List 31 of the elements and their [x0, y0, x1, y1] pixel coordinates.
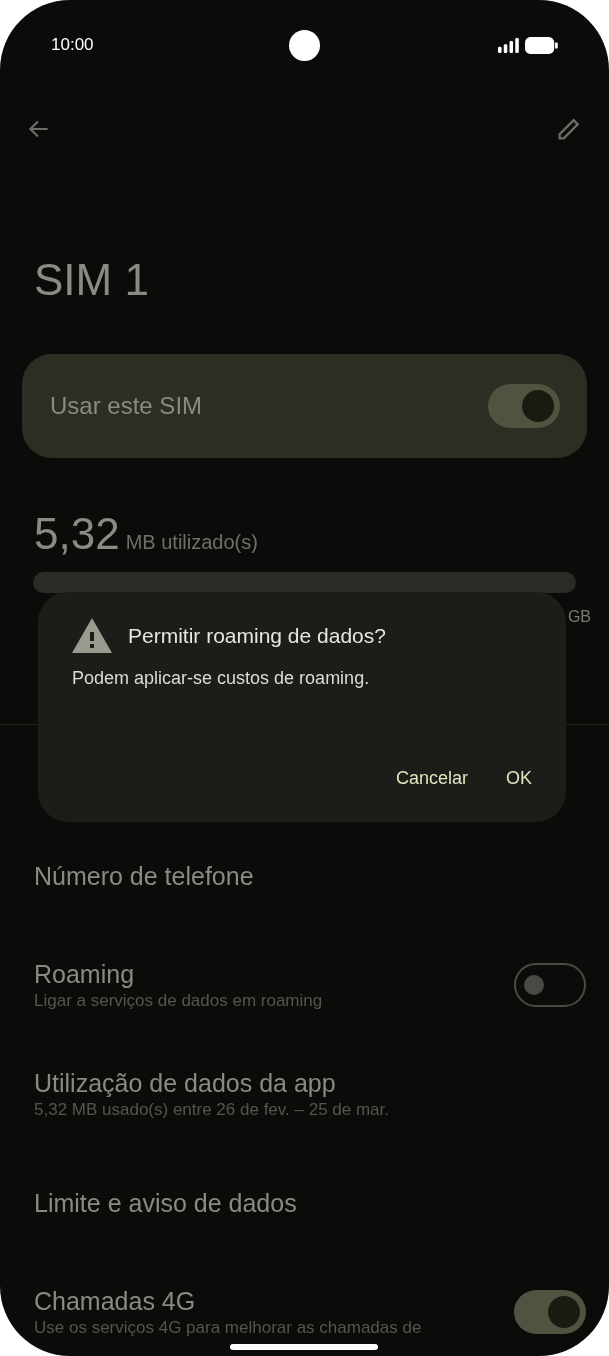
dialog-button[interactable]: Cancelar [381, 757, 482, 800]
setting-subtitle: 5,32 MB usado(s) entre 26 de fev. – 25 de mar. [34, 1098, 389, 1121]
usage-unit: MB utilizado(s) [125, 530, 258, 555]
settings-item[interactable]: Chamadas 4G Use os serviços 4G para melhorar as chamadas de [0, 1257, 609, 1356]
setting-title: Número de telefone [34, 860, 254, 892]
setting-title: Chamadas 4G [34, 1285, 197, 1317]
settings-item[interactable]: Roaming Ligar a serviços de dados em roaming [0, 930, 609, 1039]
setting-switch[interactable] [514, 1289, 586, 1334]
status-time: 10:00 [51, 34, 95, 57]
use-sim-label: Usar este SIM [50, 391, 203, 421]
dialog-title: Permitir roaming de dados? [128, 622, 386, 649]
settings-item[interactable]: Número de telefone [0, 821, 609, 930]
dialog-button[interactable]: OK [492, 757, 546, 800]
settings-item[interactable]: Utilização de dados da app 5,32 MB usado(s) entre 26 de fev. – 25 de mar. [0, 1039, 609, 1148]
setting-subtitle: Ligar a serviços de dados em roaming [34, 989, 323, 1012]
setting-subtitle: Use os serviços 4G para melhorar as chamadas de [34, 1316, 422, 1339]
setting-title: Roaming [34, 958, 136, 990]
setting-title: Limite e aviso de dados [34, 1187, 297, 1219]
dialog-message: Podem aplicar-se custos de roaming. [72, 667, 371, 690]
usage-amount: 5,32 [34, 508, 120, 560]
use-sim-card[interactable]: Usar este SIM [22, 354, 587, 458]
warning-icon [72, 618, 112, 653]
use-sim-switch[interactable] [488, 384, 560, 428]
signal-icon [498, 36, 520, 54]
setting-title: Utilização de dados da app [34, 1067, 337, 1099]
settings-item[interactable]: Limite e aviso de dados [0, 1148, 609, 1257]
usage-limit-label: GB [567, 607, 591, 627]
battery-icon [525, 35, 558, 55]
camera-hole [289, 29, 320, 61]
setting-switch[interactable] [514, 962, 586, 1007]
page-title: SIM 1 [33, 254, 150, 306]
